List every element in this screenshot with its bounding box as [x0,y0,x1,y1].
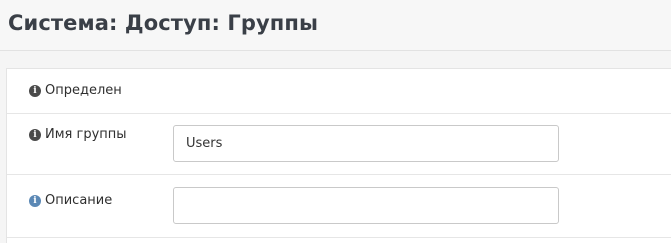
description-input[interactable] [173,187,559,224]
info-icon[interactable]: i [29,194,41,207]
info-icon[interactable]: i [29,128,41,141]
page-header: Система: Доступ: Группы [0,0,671,51]
group-name-label-wrap: i Имя группы [29,127,127,142]
info-icon[interactable]: i [29,84,41,97]
group-name-input[interactable] [173,125,559,162]
group-name-label: Имя группы [45,127,127,142]
form-row-defined: i Определен [7,69,671,114]
description-label: Описание [45,193,113,208]
page-title: Система: Доступ: Группы [8,11,319,35]
group-form-panel: i Определен i Имя группы i Описание [6,68,671,243]
defined-label: Определен [45,83,122,98]
form-row-group-name: i Имя группы [7,114,671,175]
form-row-description: i Описание [7,175,671,238]
defined-label-wrap: i Определен [29,83,122,98]
description-label-wrap: i Описание [29,193,112,208]
